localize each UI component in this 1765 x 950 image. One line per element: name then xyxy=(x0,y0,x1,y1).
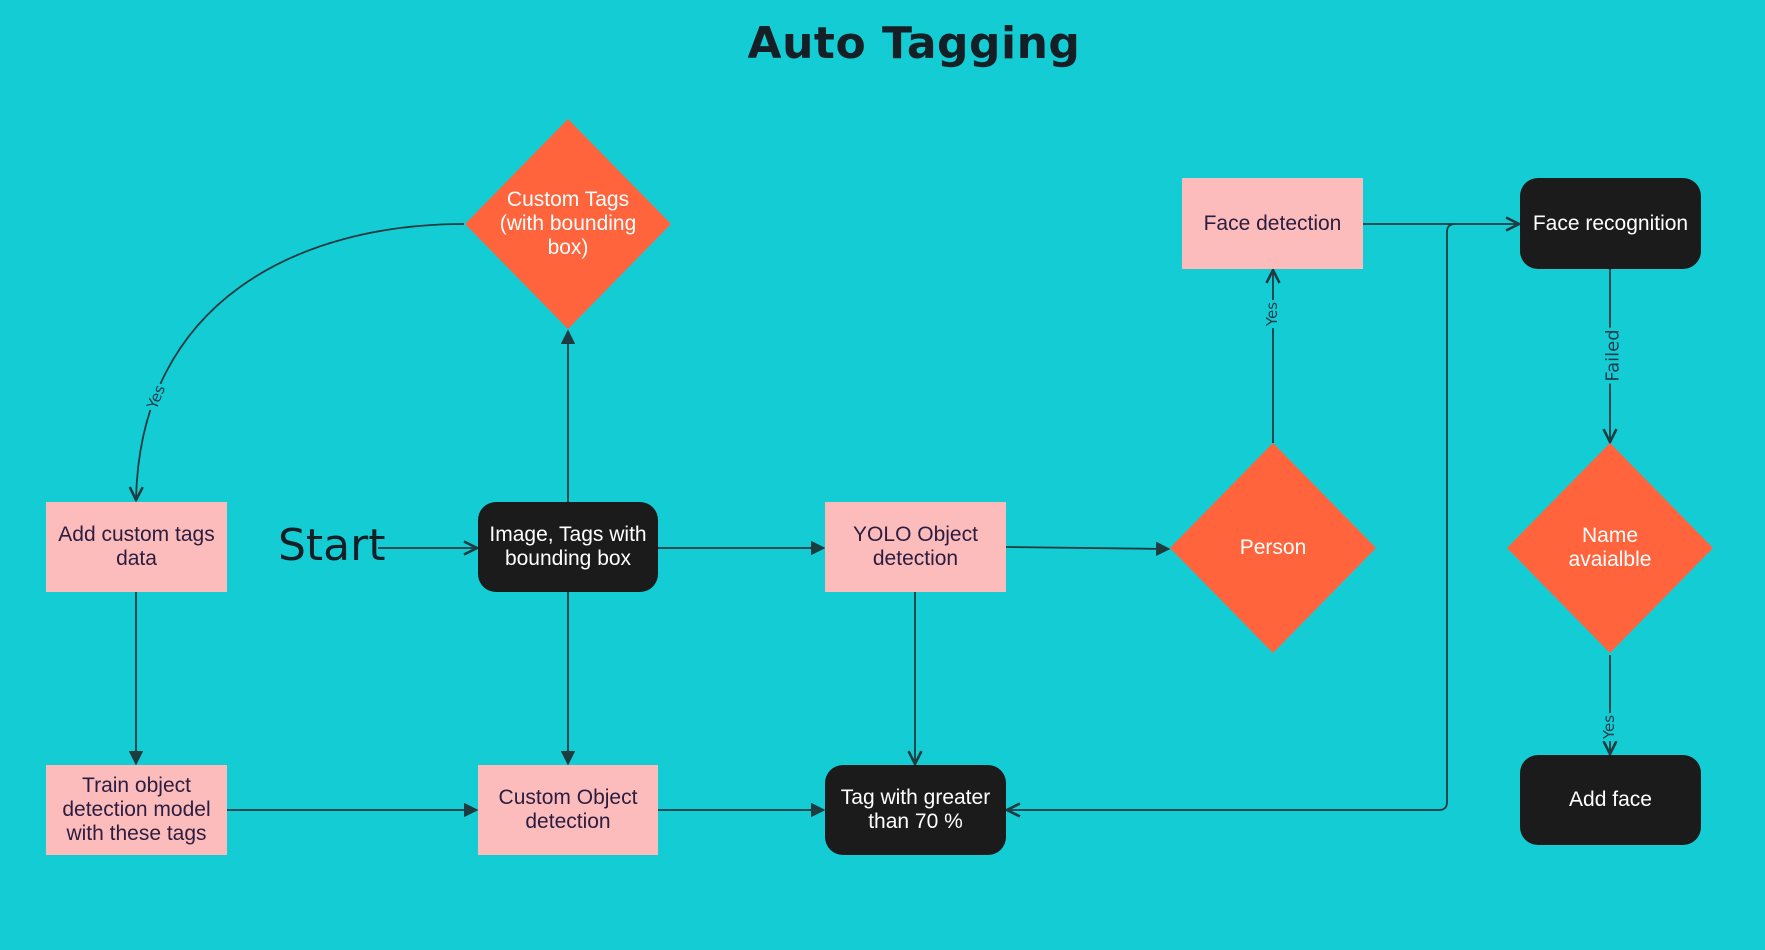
face-detection-node[interactable]: Face detection xyxy=(1182,178,1363,269)
name-available-decision-label: Name avaialble xyxy=(1568,524,1652,571)
train-model-node[interactable]: Train object detection model with these … xyxy=(46,765,227,855)
tag-threshold-node[interactable]: Tag with greater than 70 % xyxy=(825,765,1006,855)
person-decision-label: Person xyxy=(1239,536,1307,559)
add-custom-tags-node[interactable]: Add custom tags data xyxy=(46,502,227,592)
edge-label-person-yes: Yes xyxy=(1263,299,1282,329)
edge-customtags-addtags xyxy=(136,223,465,500)
edge-label-name-yes: Yes xyxy=(1600,712,1619,742)
custom-object-detection-node[interactable]: Custom Object detection xyxy=(478,765,658,855)
face-recognition-node[interactable]: Face recognition xyxy=(1520,178,1701,269)
image-tags-node[interactable]: Image, Tags with bounding box xyxy=(478,502,658,592)
yolo-detection-node[interactable]: YOLO Object detection xyxy=(825,502,1006,592)
start-label: Start xyxy=(278,520,386,571)
custom-tags-decision-label: Custom Tags (with bounding box) xyxy=(499,188,637,259)
add-face-node[interactable]: Add face xyxy=(1520,755,1701,845)
edge-yolo-person xyxy=(1005,541,1171,557)
edge-label-failed: Failed xyxy=(1602,327,1624,384)
